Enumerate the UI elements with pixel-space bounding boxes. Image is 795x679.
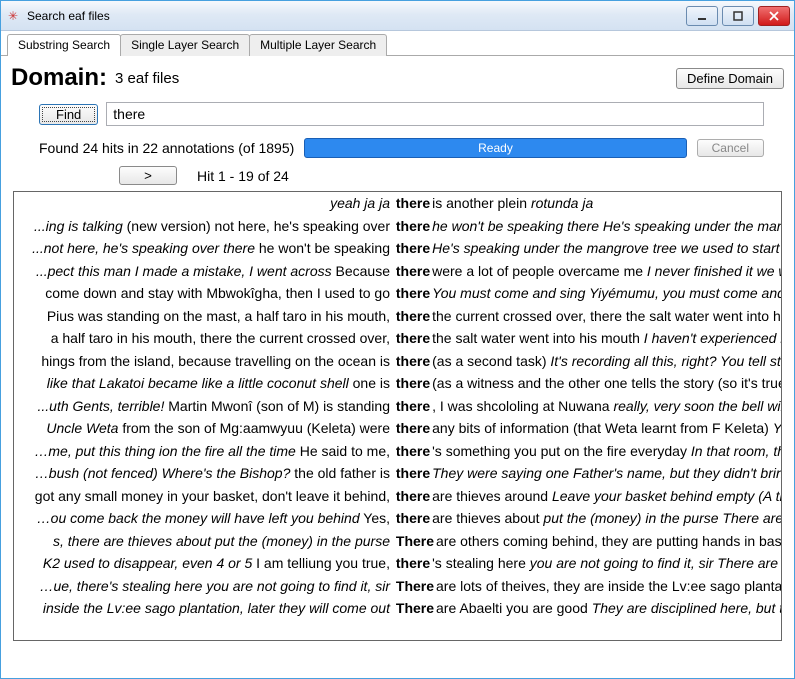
next-page-button[interactable]: > — [119, 166, 177, 185]
result-line[interactable]: …bush (not fenced) Where's the Bishop? t… — [14, 462, 781, 485]
hit-word: there — [392, 308, 430, 324]
hit-word: there — [392, 195, 430, 211]
hit-word: there — [392, 285, 430, 301]
hit-word: There — [392, 533, 434, 549]
results-pane[interactable]: yeah ja ja there is another plein rotund… — [13, 191, 782, 641]
hit-word: there — [392, 465, 430, 481]
tabstrip: Substring Search Single Layer Search Mul… — [1, 31, 794, 56]
result-line[interactable]: Uncle Weta from the son of Mg:aamwyuu (K… — [14, 417, 781, 440]
titlebar: ✳ Search eaf files — [1, 1, 794, 31]
result-line[interactable]: hings from the island, because travellin… — [14, 350, 781, 373]
hit-word: there — [392, 240, 430, 256]
result-line[interactable]: ...ing is talking (new version) not here… — [14, 215, 781, 238]
define-domain-button[interactable]: Define Domain — [676, 68, 784, 89]
app-icon: ✳ — [5, 8, 21, 24]
hit-word: there — [392, 510, 430, 526]
domain-info: 3 eaf files — [115, 70, 179, 87]
result-line[interactable]: K2 used to disappear, even 4 or 5 I am t… — [14, 552, 781, 575]
hit-word: There — [392, 578, 434, 594]
result-line[interactable]: ...pect this man I made a mistake, I wen… — [14, 260, 781, 283]
result-line[interactable]: inside the Lv:ee sago plantation, later … — [14, 597, 781, 620]
result-line[interactable]: got any small money in your basket, don'… — [14, 485, 781, 508]
find-button[interactable]: Find — [39, 104, 98, 125]
hit-word: there — [392, 375, 430, 391]
hit-word: There — [392, 600, 434, 616]
progress-bar: Ready — [304, 138, 686, 158]
hit-word: there — [392, 263, 430, 279]
tab-multiple-layer-search[interactable]: Multiple Layer Search — [249, 34, 387, 56]
search-input[interactable] — [106, 102, 764, 126]
hit-word: there — [392, 218, 430, 234]
result-line[interactable]: …me, put this thing ion the fire all the… — [14, 440, 781, 463]
cancel-button[interactable]: Cancel — [697, 139, 764, 157]
result-line[interactable]: a half taro in his mouth, there the curr… — [14, 327, 781, 350]
result-line[interactable]: …ue, there's stealing here you are not g… — [14, 575, 781, 598]
result-line[interactable]: s, there are thieves about put the (mone… — [14, 530, 781, 553]
result-line[interactable]: …ou come back the money will have left y… — [14, 507, 781, 530]
hit-word: there — [392, 330, 430, 346]
result-line[interactable]: Pius was standing on the mast, a half ta… — [14, 305, 781, 328]
window-title: Search eaf files — [27, 9, 686, 23]
result-line[interactable]: ...uth Gents, terrible! Martin Mwonî (so… — [14, 395, 781, 418]
hits-status: Found 24 hits in 22 annotations (of 1895… — [39, 140, 294, 156]
domain-label: Domain: — [11, 64, 107, 92]
hit-word: there — [392, 420, 430, 436]
hit-range: Hit 1 - 19 of 24 — [197, 168, 289, 184]
result-line[interactable]: like that Lakatoi became like a little c… — [14, 372, 781, 395]
maximize-button[interactable] — [722, 6, 754, 26]
hit-word: there — [392, 398, 430, 414]
close-button[interactable] — [758, 6, 790, 26]
tab-substring-search[interactable]: Substring Search — [7, 34, 121, 56]
hit-word: there — [392, 443, 430, 459]
result-line[interactable]: yeah ja ja there is another plein rotund… — [14, 192, 781, 215]
result-line[interactable]: ...not here, he's speaking over there he… — [14, 237, 781, 260]
minimize-button[interactable] — [686, 6, 718, 26]
hit-word: there — [392, 555, 430, 571]
tab-single-layer-search[interactable]: Single Layer Search — [120, 34, 250, 56]
result-line[interactable]: come down and stay with Mbwokîgha, then … — [14, 282, 781, 305]
hit-word: there — [392, 488, 430, 504]
hit-word: there — [392, 353, 430, 369]
